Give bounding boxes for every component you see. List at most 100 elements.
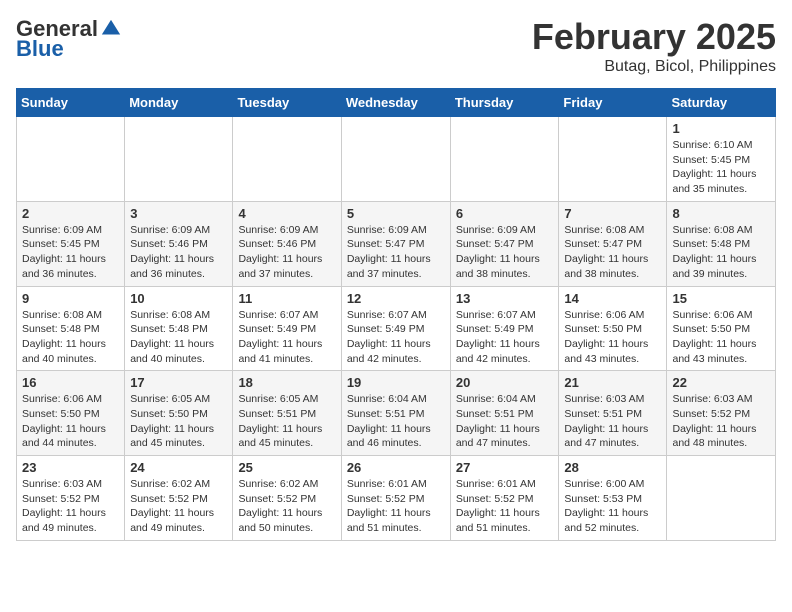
logo-blue-text: Blue — [16, 36, 64, 62]
logo: General Blue — [16, 16, 122, 62]
calendar-cell: 26Sunrise: 6:01 AM Sunset: 5:52 PM Dayli… — [341, 456, 450, 541]
day-number: 10 — [130, 291, 227, 306]
day-info: Sunrise: 6:00 AM Sunset: 5:53 PM Dayligh… — [564, 477, 661, 536]
day-info: Sunrise: 6:06 AM Sunset: 5:50 PM Dayligh… — [564, 308, 661, 367]
day-number: 20 — [456, 375, 554, 390]
calendar-cell: 1 Sunrise: 6:10 AM Sunset: 5:45 PM Daylig… — [667, 117, 776, 202]
calendar-cell: 21 Sunrise: 6:03 AM Sunset: 5:51 PM Dayli… — [559, 371, 667, 456]
calendar-cell — [341, 117, 450, 202]
day-number: 21 — [564, 375, 661, 390]
title-block: February 2025 Butag, Bicol, Philippines — [532, 16, 776, 76]
calendar-cell: 25Sunrise: 6:02 AM Sunset: 5:52 PM Dayli… — [233, 456, 341, 541]
day-info: Sunrise: 6:08 AM Sunset: 5:48 PM Dayligh… — [22, 308, 119, 367]
day-number: 12 — [347, 291, 445, 306]
calendar-cell — [17, 117, 125, 202]
calendar-cell: 27 Sunrise: 6:01 AM Sunset: 5:52 PM Dayli… — [450, 456, 559, 541]
day-number: 15 — [672, 291, 770, 306]
calendar-week-row: 1 Sunrise: 6:10 AM Sunset: 5:45 PM Daylig… — [17, 117, 776, 202]
column-header-sunday: Sunday — [17, 89, 125, 117]
calendar-table: SundayMondayTuesdayWednesdayThursdayFrid… — [16, 88, 776, 541]
calendar-cell: 16Sunrise: 6:06 AM Sunset: 5:50 PM Dayli… — [17, 371, 125, 456]
calendar-cell: 28 Sunrise: 6:00 AM Sunset: 5:53 PM Dayli… — [559, 456, 667, 541]
calendar-cell: 10 Sunrise: 6:08 AM Sunset: 5:48 PM Dayli… — [125, 286, 233, 371]
day-info: Sunrise: 6:09 AM Sunset: 5:47 PM Dayligh… — [347, 223, 445, 282]
day-number: 3 — [130, 206, 227, 221]
day-info: Sunrise: 6:09 AM Sunset: 5:45 PM Dayligh… — [22, 223, 119, 282]
calendar-cell: 18Sunrise: 6:05 AM Sunset: 5:51 PM Dayli… — [233, 371, 341, 456]
day-number: 17 — [130, 375, 227, 390]
day-number: 13 — [456, 291, 554, 306]
day-info: Sunrise: 6:02 AM Sunset: 5:52 PM Dayligh… — [238, 477, 335, 536]
calendar-cell — [667, 456, 776, 541]
day-info: Sunrise: 6:09 AM Sunset: 5:46 PM Dayligh… — [238, 223, 335, 282]
day-info: Sunrise: 6:07 AM Sunset: 5:49 PM Dayligh… — [347, 308, 445, 367]
calendar-cell: 15 Sunrise: 6:06 AM Sunset: 5:50 PM Dayli… — [667, 286, 776, 371]
day-number: 27 — [456, 460, 554, 475]
calendar-cell: 20 Sunrise: 6:04 AM Sunset: 5:51 PM Dayli… — [450, 371, 559, 456]
day-number: 6 — [456, 206, 554, 221]
day-info: Sunrise: 6:01 AM Sunset: 5:52 PM Dayligh… — [456, 477, 554, 536]
day-info: Sunrise: 6:05 AM Sunset: 5:51 PM Dayligh… — [238, 392, 335, 451]
calendar-cell: 19Sunrise: 6:04 AM Sunset: 5:51 PM Dayli… — [341, 371, 450, 456]
day-number: 9 — [22, 291, 119, 306]
day-number: 4 — [238, 206, 335, 221]
calendar-cell: 14 Sunrise: 6:06 AM Sunset: 5:50 PM Dayli… — [559, 286, 667, 371]
day-number: 26 — [347, 460, 445, 475]
day-number: 23 — [22, 460, 119, 475]
day-info: Sunrise: 6:10 AM Sunset: 5:45 PM Dayligh… — [672, 138, 770, 197]
day-number: 19 — [347, 375, 445, 390]
day-info: Sunrise: 6:07 AM Sunset: 5:49 PM Dayligh… — [456, 308, 554, 367]
calendar-cell: 8Sunrise: 6:08 AM Sunset: 5:48 PM Daylig… — [667, 201, 776, 286]
calendar-cell — [450, 117, 559, 202]
calendar-cell: 24 Sunrise: 6:02 AM Sunset: 5:52 PM Dayli… — [125, 456, 233, 541]
calendar-week-row: 2 Sunrise: 6:09 AM Sunset: 5:45 PM Daylig… — [17, 201, 776, 286]
calendar-cell: 3 Sunrise: 6:09 AM Sunset: 5:46 PM Daylig… — [125, 201, 233, 286]
calendar-cell — [125, 117, 233, 202]
day-number: 28 — [564, 460, 661, 475]
day-info: Sunrise: 6:05 AM Sunset: 5:50 PM Dayligh… — [130, 392, 227, 451]
calendar-cell — [233, 117, 341, 202]
day-number: 22 — [672, 375, 770, 390]
calendar-cell: 22 Sunrise: 6:03 AM Sunset: 5:52 PM Dayli… — [667, 371, 776, 456]
calendar-cell: 4 Sunrise: 6:09 AM Sunset: 5:46 PM Daylig… — [233, 201, 341, 286]
calendar-location: Butag, Bicol, Philippines — [532, 58, 776, 76]
calendar-week-row: 16Sunrise: 6:06 AM Sunset: 5:50 PM Dayli… — [17, 371, 776, 456]
day-number: 2 — [22, 206, 119, 221]
column-header-wednesday: Wednesday — [341, 89, 450, 117]
day-info: Sunrise: 6:08 AM Sunset: 5:48 PM Dayligh… — [130, 308, 227, 367]
calendar-cell: 11Sunrise: 6:07 AM Sunset: 5:49 PM Dayli… — [233, 286, 341, 371]
calendar-cell — [559, 117, 667, 202]
day-number: 8 — [672, 206, 770, 221]
calendar-header-row: SundayMondayTuesdayWednesdayThursdayFrid… — [17, 89, 776, 117]
column-header-thursday: Thursday — [450, 89, 559, 117]
day-number: 7 — [564, 206, 661, 221]
column-header-tuesday: Tuesday — [233, 89, 341, 117]
calendar-cell: 23 Sunrise: 6:03 AM Sunset: 5:52 PM Dayli… — [17, 456, 125, 541]
day-info: Sunrise: 6:09 AM Sunset: 5:46 PM Dayligh… — [130, 223, 227, 282]
day-info: Sunrise: 6:03 AM Sunset: 5:52 PM Dayligh… — [22, 477, 119, 536]
day-number: 5 — [347, 206, 445, 221]
day-info: Sunrise: 6:03 AM Sunset: 5:52 PM Dayligh… — [672, 392, 770, 451]
calendar-cell: 17 Sunrise: 6:05 AM Sunset: 5:50 PM Dayli… — [125, 371, 233, 456]
day-info: Sunrise: 6:08 AM Sunset: 5:47 PM Dayligh… — [564, 223, 661, 282]
calendar-cell: 12 Sunrise: 6:07 AM Sunset: 5:49 PM Dayli… — [341, 286, 450, 371]
calendar-cell: 13 Sunrise: 6:07 AM Sunset: 5:49 PM Dayli… — [450, 286, 559, 371]
logo-icon — [100, 18, 122, 40]
day-number: 16 — [22, 375, 119, 390]
calendar-cell: 5 Sunrise: 6:09 AM Sunset: 5:47 PM Daylig… — [341, 201, 450, 286]
day-info: Sunrise: 6:09 AM Sunset: 5:47 PM Dayligh… — [456, 223, 554, 282]
page-header: General Blue February 2025 Butag, Bicol,… — [16, 16, 776, 76]
calendar-cell: 6 Sunrise: 6:09 AM Sunset: 5:47 PM Daylig… — [450, 201, 559, 286]
day-info: Sunrise: 6:06 AM Sunset: 5:50 PM Dayligh… — [672, 308, 770, 367]
calendar-cell: 7 Sunrise: 6:08 AM Sunset: 5:47 PM Daylig… — [559, 201, 667, 286]
day-number: 14 — [564, 291, 661, 306]
day-number: 11 — [238, 291, 335, 306]
calendar-title: February 2025 — [532, 16, 776, 58]
calendar-cell: 9 Sunrise: 6:08 AM Sunset: 5:48 PM Daylig… — [17, 286, 125, 371]
calendar-week-row: 9 Sunrise: 6:08 AM Sunset: 5:48 PM Daylig… — [17, 286, 776, 371]
day-number: 24 — [130, 460, 227, 475]
day-number: 1 — [672, 121, 770, 136]
day-info: Sunrise: 6:02 AM Sunset: 5:52 PM Dayligh… — [130, 477, 227, 536]
day-info: Sunrise: 6:04 AM Sunset: 5:51 PM Dayligh… — [456, 392, 554, 451]
day-info: Sunrise: 6:03 AM Sunset: 5:51 PM Dayligh… — [564, 392, 661, 451]
